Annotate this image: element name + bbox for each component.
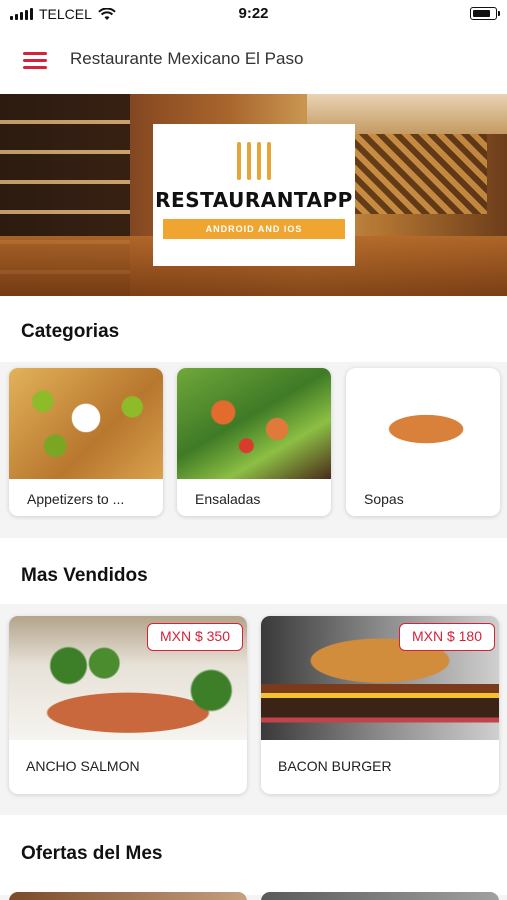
appetizers-image: [9, 368, 163, 479]
sopas-image: [346, 368, 500, 479]
utensils-icon: [237, 142, 271, 180]
category-label: Appetizers to ...: [27, 491, 125, 507]
restaurant-logo: RESTAURANTAPP ANDROID AND IOS: [153, 124, 355, 266]
hamburger-menu-icon[interactable]: [23, 52, 47, 70]
categories-header: Categorias: [0, 296, 507, 362]
logo-tagline: ANDROID AND IOS: [163, 219, 345, 239]
category-card-sopas[interactable]: Sopas: [346, 368, 500, 516]
ensaladas-image: [177, 368, 331, 479]
product-card-ancho-salmon[interactable]: MXN $ 350 ANCHO SALMON: [9, 616, 247, 794]
product-name: BACON BURGER: [278, 758, 392, 774]
category-card-ensaladas[interactable]: Ensaladas: [177, 368, 331, 516]
best-sellers-title: Mas Vendidos: [21, 565, 148, 586]
status-bar: TELCEL 9:22: [0, 0, 507, 28]
price-badge: MXN $ 350: [146, 623, 243, 651]
status-time: 9:22: [238, 5, 269, 22]
category-label: Ensaladas: [195, 491, 261, 507]
best-sellers-header: Mas Vendidos: [0, 538, 507, 604]
offer-card-peek[interactable]: [9, 892, 247, 900]
category-label: Sopas: [364, 491, 404, 507]
logo-name: RESTAURANTAPP: [155, 188, 353, 212]
hero-lattice-wall: [337, 134, 487, 214]
price-badge: MXN $ 180: [398, 623, 495, 651]
app-title: Restaurante Mexicano El Paso: [70, 49, 304, 68]
offers-title: Ofertas del Mes: [21, 843, 163, 864]
category-card-appetizers[interactable]: Appetizers to ...: [9, 368, 163, 516]
categories-title: Categorias: [21, 321, 120, 342]
product-card-bacon-burger[interactable]: MXN $ 180 BACON BURGER: [261, 616, 499, 794]
product-name: ANCHO SALMON: [26, 758, 140, 774]
app-bar: Restaurante Mexicano El Paso: [0, 28, 507, 94]
hero-banner: RESTAURANTAPP ANDROID AND IOS: [0, 94, 507, 296]
offer-card-peek[interactable]: [261, 892, 499, 900]
offers-header: Ofertas del Mes: [0, 815, 507, 895]
battery-icon: [470, 7, 500, 20]
